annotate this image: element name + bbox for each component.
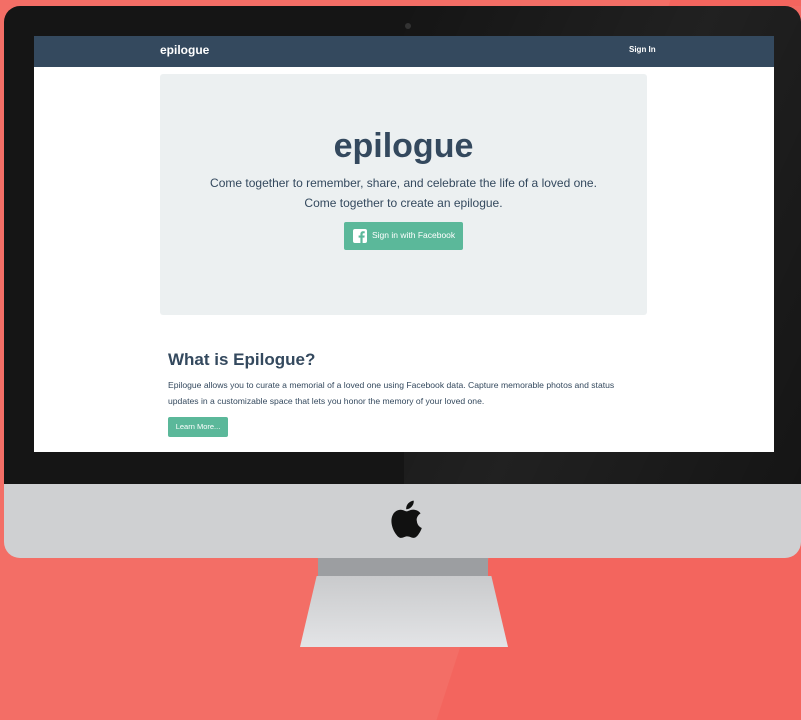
sign-in-link[interactable]: Sign In	[629, 45, 656, 54]
hero-tagline: Come together to remember, share, and ce…	[210, 176, 597, 190]
learn-more-button[interactable]: Learn More...	[168, 417, 228, 437]
monitor-neck	[318, 558, 488, 578]
navbar: epilogue Sign In	[34, 36, 774, 67]
monitor-stand	[300, 576, 508, 647]
about-description: Epilogue allows you to curate a memorial…	[168, 380, 615, 406]
hero-panel: epilogue Come together to remember, shar…	[160, 74, 647, 315]
hero-subtagline: Come together to create an epilogue.	[304, 196, 503, 210]
camera-icon	[405, 23, 411, 29]
learn-more-label: Learn More...	[175, 422, 221, 431]
hero-title: epilogue	[333, 127, 474, 165]
facebook-button-label: Sign in with Facebook	[372, 230, 456, 240]
facebook-icon	[353, 229, 367, 243]
browser-screen: epilogue Sign In epilogue Come together …	[34, 36, 774, 452]
apple-logo-icon	[391, 500, 422, 538]
brand-logo[interactable]: epilogue	[160, 43, 209, 57]
sign-in-with-facebook-button[interactable]: Sign in with Facebook	[344, 222, 463, 250]
about-heading: What is Epilogue?	[168, 350, 316, 369]
